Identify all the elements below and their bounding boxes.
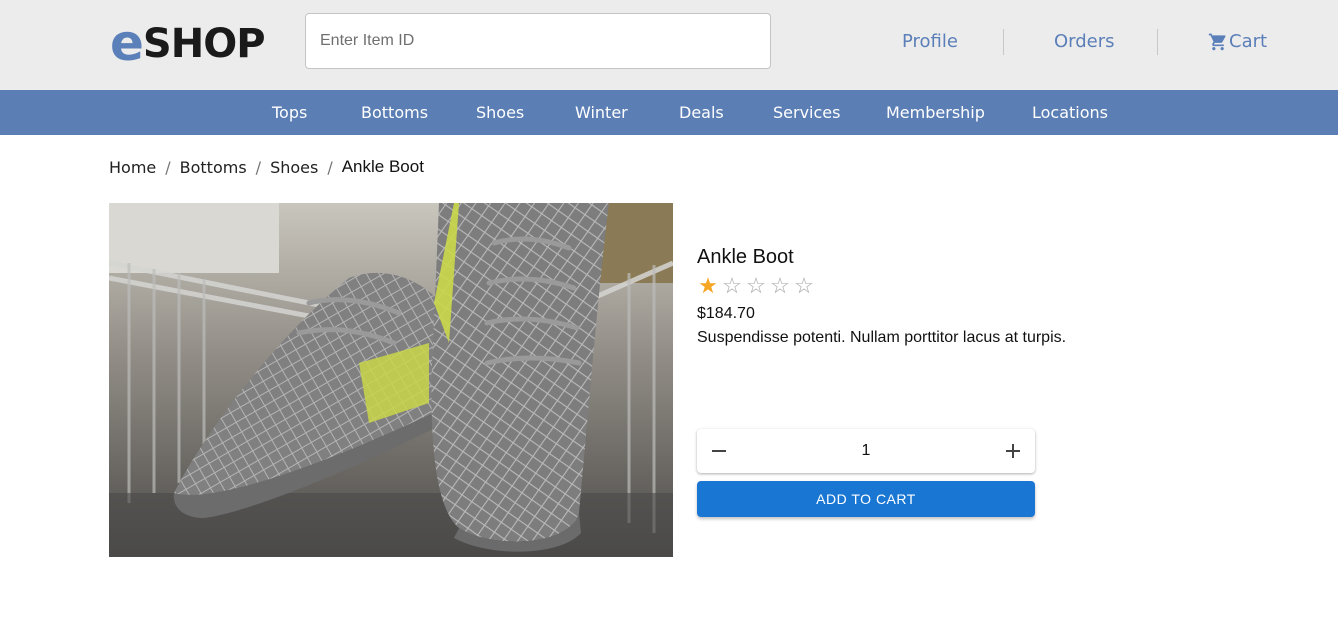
decrease-quantity-button[interactable] [697,429,741,473]
add-to-cart-button[interactable]: ADD TO CART [697,481,1035,517]
eshop-logo[interactable]: e SHOP [110,14,266,72]
product-description: Suspendisse potenti. Nullam porttitor la… [697,329,1067,346]
breadcrumb-separator: / [255,157,262,177]
logo-e: e [110,14,144,72]
logo-shop: SHOP [142,21,266,67]
star-icon[interactable]: ☆ [745,274,767,298]
star-icon[interactable]: ★ [697,274,719,298]
item-id-search-input[interactable] [305,13,771,69]
quantity-value[interactable]: 1 [757,429,975,473]
profile-link[interactable]: Profile [902,31,958,52]
product-price: $184.70 [697,305,755,322]
minus-icon [712,450,726,452]
increase-quantity-button[interactable] [991,429,1035,473]
nav-item-bottoms[interactable]: Bottoms [361,103,428,122]
orders-link[interactable]: Orders [1054,31,1115,52]
category-nav: Tops Bottoms Shoes Winter Deals Services… [0,90,1338,135]
orders-link-label: Orders [1054,31,1115,52]
nav-item-membership[interactable]: Membership [886,103,985,122]
star-icon[interactable]: ☆ [721,274,743,298]
breadcrumb-shoes[interactable]: Shoes [270,158,318,177]
nav-item-tops[interactable]: Tops [272,103,307,122]
nav-item-locations[interactable]: Locations [1032,103,1108,122]
breadcrumb-separator: / [327,157,333,177]
cart-link[interactable]: Cart [1208,31,1267,52]
nav-item-shoes[interactable]: Shoes [476,103,524,122]
nav-item-services[interactable]: Services [773,103,840,122]
sneaker-photo-icon [109,203,673,557]
star-icon[interactable]: ☆ [769,274,791,298]
cart-icon [1208,32,1228,52]
plus-icon [1006,444,1020,458]
breadcrumb-home[interactable]: Home [109,158,156,177]
breadcrumb-bottoms[interactable]: Bottoms [180,158,247,177]
breadcrumb-separator: / [165,157,171,177]
star-icon[interactable]: ☆ [793,274,815,298]
cart-link-label: Cart [1229,31,1268,52]
product-rating[interactable]: ★ ☆ ☆ ☆ ☆ [697,274,815,298]
nav-item-deals[interactable]: Deals [679,103,724,122]
quantity-stepper: 1 [697,429,1035,473]
breadcrumb-current: Ankle Boot [341,157,424,176]
product-image [109,203,673,557]
nav-item-winter[interactable]: Winter [575,103,628,122]
header-divider [1157,29,1158,55]
header-divider [1003,29,1004,55]
product-title: Ankle Boot [697,246,794,268]
breadcrumb: Home / Bottoms / Shoes / Ankle Boot [109,157,424,177]
profile-link-label: Profile [902,31,958,52]
top-header: e SHOP Profile Orders Cart [0,0,1338,90]
